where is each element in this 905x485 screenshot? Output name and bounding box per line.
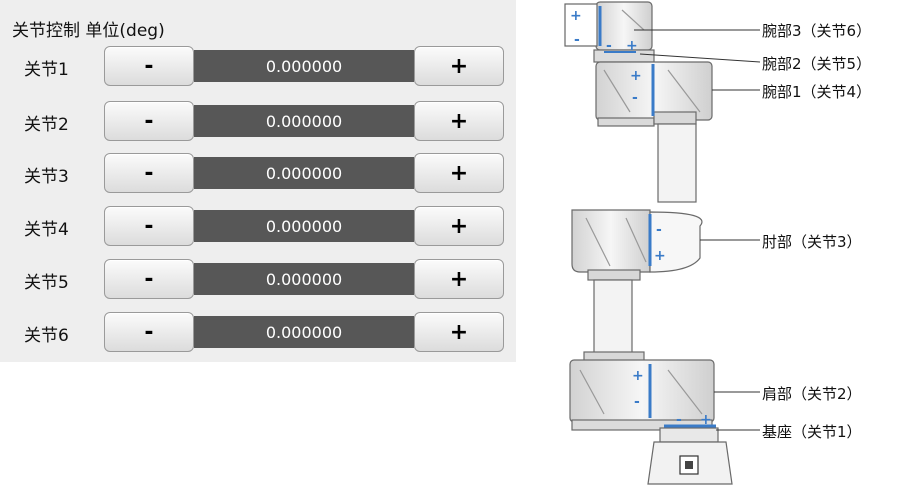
wrist2-leader-line xyxy=(639,53,761,63)
wrist1-minus-marker: - xyxy=(632,90,638,106)
elbow-housing xyxy=(571,209,651,273)
shoulder-plus-marker: + xyxy=(632,368,644,384)
wrist3-housing xyxy=(595,1,653,51)
upper-arm-link xyxy=(593,279,633,355)
wrist2-minus-marker: - xyxy=(606,38,612,54)
callout-wrist2: 腕部2（关节5） xyxy=(762,55,872,73)
callout-shoulder: 肩部（关节2） xyxy=(762,385,862,403)
elbow-minus-marker: - xyxy=(656,222,662,238)
callout-wrist1: 腕部1（关节4） xyxy=(762,83,872,101)
wrist3-plus-marker: + xyxy=(570,8,582,24)
base-minus-marker: - xyxy=(676,412,682,428)
base-housing xyxy=(659,427,719,443)
base-plus-marker: + xyxy=(700,412,712,428)
callout-wrist3: 腕部3（关节6） xyxy=(762,22,872,40)
elbow-plus-marker: + xyxy=(654,248,666,264)
wrist3-minus-marker: - xyxy=(574,32,580,48)
shoulder-minus-marker: - xyxy=(634,394,640,410)
forearm-link xyxy=(657,123,697,203)
callout-base: 基座（关节1） xyxy=(762,423,862,441)
wrist2-plus-marker: + xyxy=(626,38,638,54)
callout-elbow: 肘部（关节3） xyxy=(762,233,862,251)
wrist1-plus-marker: + xyxy=(630,68,642,84)
